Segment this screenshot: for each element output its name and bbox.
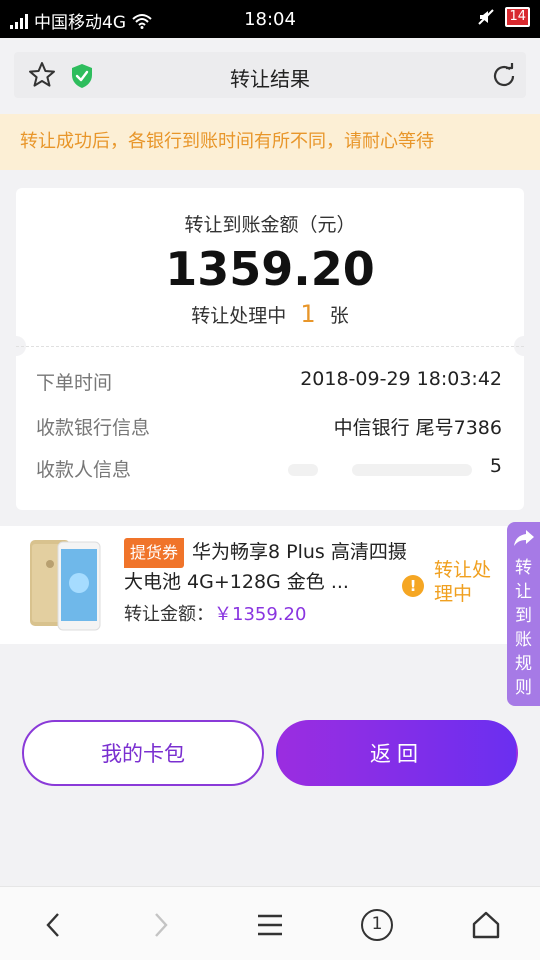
product-phone-image — [30, 540, 101, 631]
transfer-summary-card: 转让到账金额（元） 1359.20 转让处理中 1 张 下单时间 2018-09… — [6, 188, 534, 510]
bank-info-label: 收款银行信息 — [36, 417, 151, 439]
refresh-icon[interactable] — [490, 62, 518, 90]
transfer-rules-label: 转让到账规则 — [507, 556, 540, 700]
payee-info-tail: 5 — [489, 455, 502, 477]
tabs-count-icon[interactable]: 1 — [361, 909, 393, 941]
payee-info-label: 收款人信息 — [36, 459, 132, 481]
page-title: 转让结果 — [230, 67, 310, 91]
redacted-id — [352, 464, 472, 476]
order-time-label: 下单时间 — [36, 372, 113, 394]
transfer-rules-tab[interactable]: 转让到账规则 — [507, 522, 540, 706]
dashed-divider — [16, 346, 524, 347]
address-bar[interactable]: 转让结果 — [14, 52, 526, 98]
product-status: 转让处理中 — [434, 559, 492, 605]
clock: 18:04 — [244, 9, 296, 30]
amount-label: 转让到账金额（元） — [184, 214, 356, 236]
product-item[interactable]: 提货券 华为畅享8 Plus 高清四摄大电池 4G+128G 金色 ... 转让金… — [0, 526, 540, 644]
price-label: 转让金额： — [124, 604, 214, 625]
processing-unit: 张 — [329, 305, 349, 327]
warning-icon: ! — [402, 575, 424, 597]
mute-icon — [478, 9, 495, 25]
price-value: ￥1359.20 — [214, 604, 307, 625]
product-name-block: 提货券 华为畅享8 Plus 高清四摄大电池 4G+128G 金色 ... — [124, 538, 409, 596]
my-wallet-button[interactable]: 我的卡包 — [22, 720, 264, 786]
redacted-name — [288, 464, 318, 476]
menu-icon[interactable] — [254, 909, 286, 941]
order-time-value: 2018-09-29 18:03:42 — [300, 368, 502, 390]
voucher-tag: 提货券 — [124, 538, 185, 568]
bank-info-value: 中信银行 尾号7386 — [333, 417, 502, 439]
status-bar: 中国移动4G 18:04 14 — [0, 0, 540, 38]
battery-indicator: 14 — [505, 7, 530, 27]
browser-bottom-nav: 1 — [0, 886, 540, 960]
processing-count: 1 — [300, 300, 316, 328]
back-chevron-icon[interactable] — [38, 909, 70, 941]
processing-status: 转让处理中 1 张 — [16, 300, 524, 328]
product-price-row: 转让金额：￥1359.20 — [124, 600, 306, 626]
share-arrow-icon — [513, 530, 534, 546]
processing-prefix: 转让处理中 — [191, 305, 287, 327]
notice-banner: 转让成功后，各银行到账时间有所不同，请耐心等待 — [0, 114, 540, 170]
back-button[interactable]: 返回 — [276, 720, 518, 786]
home-icon[interactable] — [470, 909, 502, 941]
forward-chevron-icon[interactable] — [144, 909, 176, 941]
transfer-rules-text: 转让到账规则 — [515, 558, 532, 698]
amount-value: 1359.20 — [165, 242, 375, 296]
